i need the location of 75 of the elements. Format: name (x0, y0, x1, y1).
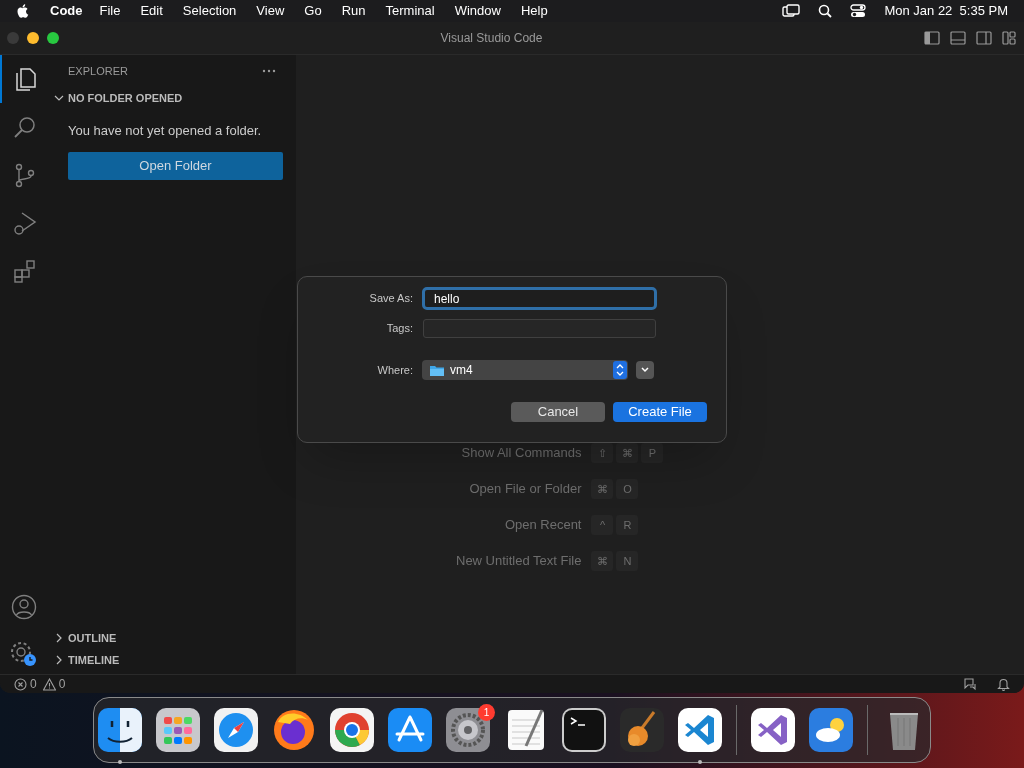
where-label: Where: (376, 362, 413, 378)
customize-layout-icon[interactable] (1002, 31, 1016, 45)
extensions-icon[interactable] (12, 258, 38, 284)
menu-item[interactable]: Help (520, 1, 548, 21)
key-cap: ^ (591, 515, 614, 535)
menu-item[interactable]: Terminal (385, 1, 435, 21)
tags-label: Tags: (385, 321, 413, 337)
save-as-field[interactable]: hello (422, 287, 657, 310)
more-actions-icon[interactable] (262, 69, 276, 73)
apple-icon[interactable] (16, 3, 30, 19)
save-as-label: Save As: (368, 291, 413, 307)
notification-badge: 1 (478, 704, 495, 721)
minimize-button[interactable] (27, 32, 39, 44)
menu-item[interactable]: Selection (182, 1, 237, 21)
settings-gear-icon[interactable] (9, 640, 39, 668)
section-header[interactable]: OUTLINE (48, 627, 296, 649)
key-cap: ⌘ (616, 443, 639, 463)
app-menu[interactable]: Code (50, 1, 83, 21)
section-header[interactable]: NO FOLDER OPENED (48, 87, 296, 109)
screen-mirroring-icon[interactable] (782, 4, 801, 18)
smiling-face-icon[interactable] (98, 708, 142, 752)
key-cap: P (641, 443, 664, 463)
empty-folder-message: You have not yet opened a folder. (67, 122, 263, 140)
feedback-icon[interactable] (963, 677, 977, 691)
window-title: Visual Studio Code (439, 30, 544, 47)
key-cap: R (616, 515, 639, 535)
toggle-secondary-sidebar-icon[interactable] (976, 31, 992, 45)
cancel-button[interactable]: Cancel (511, 402, 605, 422)
shortcut-label: New Untitled Text File (456, 552, 582, 571)
zoom-button[interactable] (47, 32, 59, 44)
expand-dialog-button[interactable] (636, 361, 654, 379)
key-cap: N (616, 551, 639, 571)
ribbon-logo-icon[interactable] (751, 708, 795, 752)
tags-field[interactable] (423, 319, 656, 338)
terminal-icon[interactable] (562, 708, 606, 752)
fox-globe-icon[interactable] (272, 708, 316, 752)
run-debug-icon[interactable] (12, 210, 38, 236)
folder-icon (429, 363, 445, 377)
app-grid-icon[interactable] (156, 708, 200, 752)
menu-item[interactable]: Edit (140, 1, 163, 21)
section-header[interactable]: TIMELINE (48, 649, 296, 671)
ribbon-logo-icon[interactable] (678, 708, 722, 752)
control-center-icon[interactable] (850, 4, 867, 18)
key-cap: ⌘ (591, 479, 614, 499)
key-cap: ⇧ (591, 443, 614, 463)
menu-item[interactable]: Window (454, 1, 501, 21)
menu-item[interactable]: View (256, 1, 285, 21)
error-count[interactable]: 0 (30, 675, 37, 693)
account-icon[interactable] (11, 594, 37, 620)
error-icon[interactable] (14, 677, 27, 691)
stepper-arrows-icon (613, 361, 627, 379)
notification-bell-icon[interactable] (997, 677, 1010, 691)
menu-bar-clock[interactable]: Mon Jan 22 5:35 PM (884, 1, 1008, 21)
menu-item[interactable]: Go (304, 1, 322, 21)
sidebar-title: EXPLORER (68, 63, 128, 79)
open-folder-button[interactable]: Open Folder (68, 151, 283, 180)
warning-count[interactable]: 0 (58, 675, 66, 693)
shortcut-label: Show All Commands (460, 444, 582, 463)
menu-item[interactable]: Run (341, 1, 366, 21)
menu-item[interactable]: File (99, 1, 121, 21)
where-dropdown[interactable]: vm4 (422, 360, 628, 380)
chevron-down-icon (640, 366, 650, 374)
compass-icon[interactable] (214, 708, 258, 752)
create-file-button[interactable]: Create File (613, 402, 707, 422)
cloud-sun-icon[interactable] (809, 708, 853, 752)
gear-icon[interactable] (446, 708, 490, 752)
circle-logo-icon[interactable] (330, 708, 374, 752)
search-icon[interactable] (818, 4, 833, 18)
key-cap: ⌘ (591, 551, 614, 571)
toggle-sidebar-icon[interactable] (924, 31, 940, 45)
toggle-panel-icon[interactable] (950, 31, 966, 45)
shortcut-label: Open Recent (503, 516, 582, 535)
key-cap: O (616, 479, 639, 499)
warning-icon[interactable] (42, 677, 56, 691)
shortcut-label: Open File or Folder (468, 480, 582, 499)
